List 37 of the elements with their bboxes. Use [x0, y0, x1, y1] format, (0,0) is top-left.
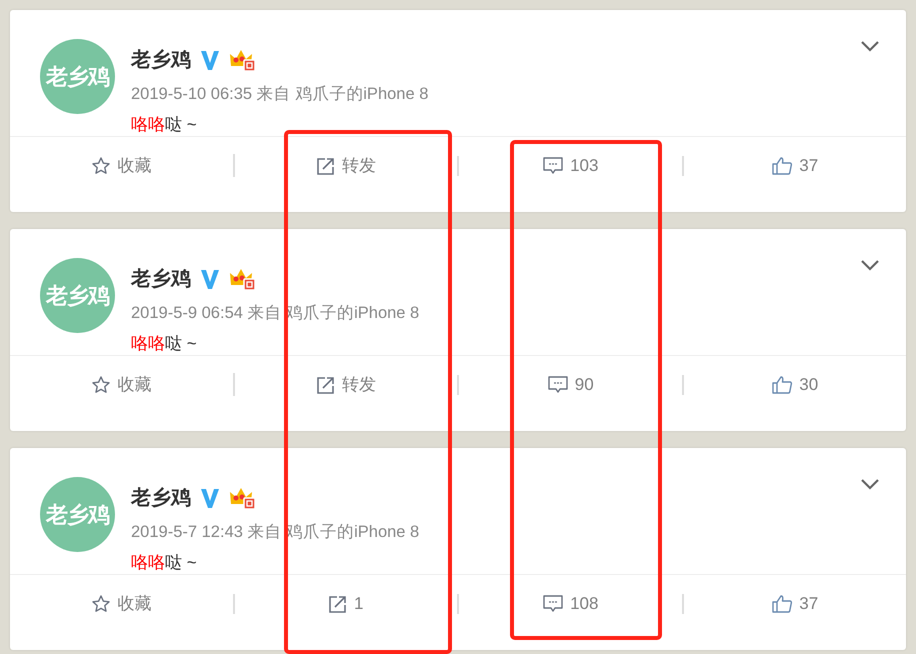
author-name[interactable]: 老乡鸡 [131, 265, 191, 292]
comment-button[interactable]: 103 [542, 156, 598, 176]
chevron-down-icon[interactable] [860, 478, 880, 490]
chevron-down-icon[interactable] [860, 259, 880, 271]
avatar[interactable]: 老乡鸡 [40, 258, 115, 333]
author-name[interactable]: 老乡鸡 [131, 484, 191, 511]
like-button[interactable]: 30 [771, 374, 818, 394]
avatar[interactable]: 老乡鸡 [40, 477, 115, 552]
favorite-button[interactable]: 收藏 [91, 592, 152, 615]
comment-button[interactable]: 90 [546, 374, 594, 394]
comment-icon [542, 594, 564, 614]
star-icon [91, 156, 112, 176]
thumbs-up-icon [771, 156, 794, 176]
comment-icon [546, 374, 569, 394]
post-text: 咯咯哒 ~ [131, 333, 198, 355]
comment-button[interactable]: 108 [542, 594, 598, 614]
star-icon [91, 374, 112, 394]
avatar[interactable]: 老乡鸡 [40, 39, 115, 114]
like-button[interactable]: 37 [771, 594, 818, 614]
chevron-down-icon[interactable] [860, 40, 880, 52]
share-icon [316, 156, 336, 176]
post-text: 咯咯哒 ~ [131, 114, 198, 136]
repost-button[interactable]: 1 [328, 594, 364, 614]
repost-button[interactable]: 转发 [316, 154, 376, 177]
favorite-button[interactable]: 收藏 [91, 154, 152, 177]
repost-button[interactable]: 转发 [316, 373, 376, 396]
comment-icon [542, 156, 564, 176]
star-icon [91, 594, 112, 614]
share-icon [328, 594, 348, 614]
author-name[interactable]: 老乡鸡 [131, 46, 191, 73]
thumbs-up-icon [771, 374, 794, 394]
share-icon [316, 374, 336, 394]
thumbs-up-icon [771, 594, 794, 614]
favorite-button[interactable]: 收藏 [91, 373, 152, 396]
post-text: 咯咯哒 ~ [131, 552, 198, 574]
like-button[interactable]: 37 [771, 156, 818, 176]
post-meta: 2019-5-10 06:35 来自 鸡爪子的iPhone 8 [131, 84, 428, 105]
